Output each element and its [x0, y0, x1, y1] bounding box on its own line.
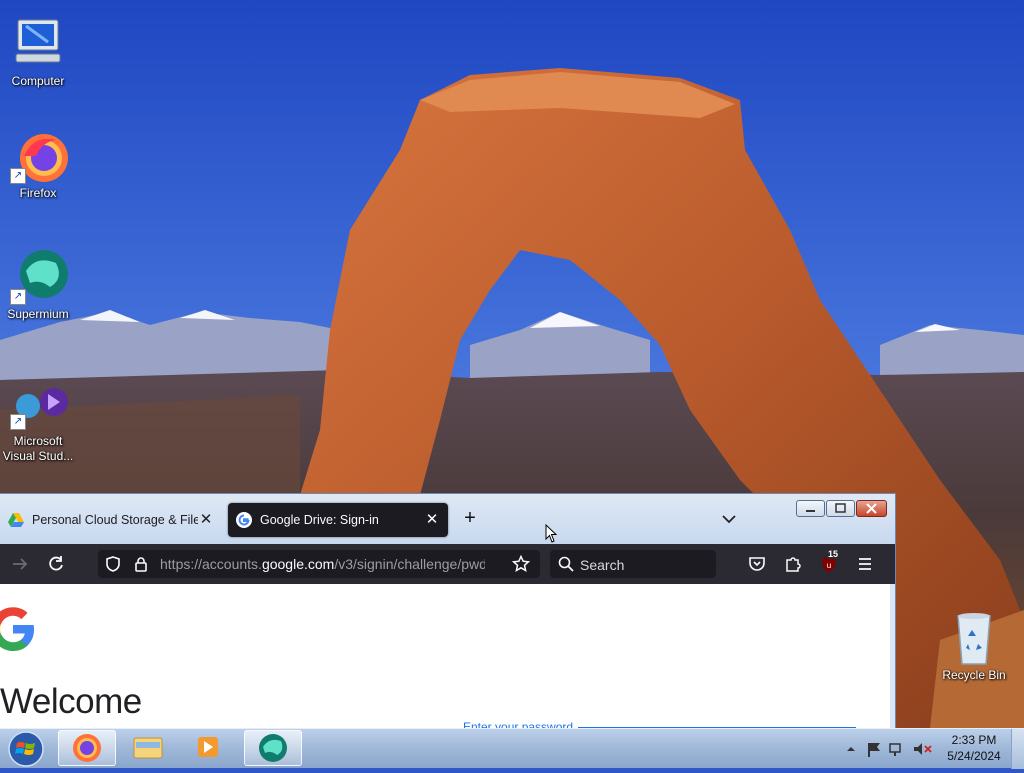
tab-cloud-storage[interactable]: Personal Cloud Storage & File S ✕ — [0, 503, 222, 537]
svg-text:u: u — [827, 561, 831, 570]
pocket-icon[interactable] — [747, 554, 767, 574]
search-icon — [558, 556, 574, 572]
firefox-window: Personal Cloud Storage & File S ✕ Google… — [0, 493, 896, 728]
supermium-icon: ↗ — [6, 249, 70, 305]
minimize-icon — [806, 510, 815, 512]
google-g-icon — [236, 512, 252, 528]
shortcut-arrow-icon: ↗ — [10, 414, 26, 430]
menu-hamburger-icon[interactable] — [855, 554, 875, 574]
close-tab-icon[interactable]: ✕ — [198, 512, 214, 528]
bookmark-star-icon[interactable] — [512, 555, 530, 573]
show-desktop-button[interactable] — [1011, 729, 1024, 769]
close-tab-icon[interactable]: ✕ — [424, 512, 440, 528]
start-button[interactable] — [4, 730, 48, 768]
tab-title: Google Drive: Sign-in — [260, 513, 379, 527]
desktop-icon-visual-studio[interactable]: ↗ Microsoft Visual Stud... — [0, 384, 76, 464]
window-controls — [796, 500, 887, 517]
taskbar-firefox[interactable] — [58, 730, 116, 766]
taskbar-clock[interactable]: 2:33 PM 5/24/2024 — [940, 732, 1008, 764]
clock-time: 2:33 PM — [951, 733, 997, 747]
search-placeholder: Search — [580, 557, 625, 573]
desktop-icon-label: Supermium — [7, 307, 69, 321]
firefox-icon — [73, 734, 101, 762]
navigation-toolbar: https://accounts.google.com/v3/signin/ch… — [0, 544, 895, 584]
desktop-icon-label: Microsoft Visual Stud... — [2, 434, 74, 463]
lock-icon[interactable] — [132, 555, 150, 573]
google-logo-icon — [0, 607, 34, 651]
taskbar-supermium[interactable] — [244, 730, 302, 766]
page-content: Welcome Enter your password — [0, 584, 890, 728]
desktop-icon-recycle-bin[interactable]: Recycle Bin — [936, 610, 1012, 683]
mouse-cursor-icon — [545, 524, 557, 543]
page-title: Welcome — [0, 682, 142, 721]
url-bar[interactable]: https://accounts.google.com/v3/signin/ch… — [98, 550, 540, 578]
supermium-icon — [259, 734, 287, 762]
list-all-tabs-button[interactable] — [718, 508, 740, 530]
tab-google-signin[interactable]: Google Drive: Sign-in ✕ — [228, 503, 448, 537]
search-bar[interactable]: Search — [550, 550, 716, 578]
windows-start-orb-icon — [8, 731, 44, 767]
desktop-icon-label: Computer — [11, 74, 65, 88]
show-hidden-icons-icon[interactable] — [847, 747, 855, 751]
desktop-icon-label: Firefox — [19, 186, 57, 200]
desktop-icon-supermium[interactable]: ↗ Supermium — [0, 249, 76, 322]
window-frame-edge — [890, 584, 895, 728]
folder-icon — [133, 737, 163, 759]
password-field-label[interactable]: Enter your password — [463, 720, 573, 728]
ublock-badge: 15 — [826, 549, 841, 559]
close-icon — [866, 503, 877, 514]
action-center-flag-icon[interactable] — [868, 743, 880, 757]
visual-studio-icon: ↗ — [6, 384, 70, 432]
firefox-icon: ↗ — [6, 128, 70, 184]
url-prefix: https://accounts. — [160, 556, 262, 572]
google-drive-icon — [8, 513, 24, 527]
chevron-down-icon — [722, 515, 736, 524]
taskbar-media-player[interactable] — [180, 730, 238, 766]
desktop-icon-firefox[interactable]: ↗ Firefox — [0, 128, 76, 201]
volume-muted-icon[interactable] — [914, 743, 932, 755]
shortcut-arrow-icon: ↗ — [10, 289, 26, 305]
media-player-icon — [198, 737, 218, 757]
recycle-bin-icon — [942, 610, 1006, 666]
shortcut-arrow-icon: ↗ — [10, 168, 26, 184]
computer-icon — [6, 16, 70, 72]
new-tab-button[interactable]: + — [459, 508, 481, 530]
taskbar: 2:33 PM 5/24/2024 — [0, 728, 1024, 769]
close-window-button[interactable] — [856, 500, 887, 517]
restore-button[interactable] — [826, 500, 855, 517]
network-icon[interactable] — [889, 743, 901, 756]
extensions-puzzle-icon[interactable] — [783, 554, 803, 574]
desktop-icon-label: Recycle Bin — [942, 668, 1006, 682]
url-domain: google.com — [261, 556, 335, 572]
system-tray — [847, 743, 932, 757]
tab-strip: Personal Cloud Storage & File S ✕ Google… — [0, 494, 895, 544]
clock-date: 5/24/2024 — [947, 749, 1001, 763]
taskbar-file-explorer[interactable] — [120, 730, 178, 766]
desktop-icon-computer[interactable]: Computer — [0, 16, 76, 89]
url-text[interactable]: https://accounts.google.com/v3/signin/ch… — [160, 556, 485, 572]
tracking-protection-shield-icon[interactable] — [104, 555, 122, 573]
url-path: /v3/signin/challenge/pwd?TL — [334, 556, 485, 572]
minimize-button[interactable] — [796, 500, 825, 517]
forward-icon[interactable] — [10, 554, 30, 574]
reload-icon[interactable] — [46, 554, 66, 574]
restore-icon — [835, 503, 846, 513]
tab-title: Personal Cloud Storage & File S — [32, 513, 198, 527]
